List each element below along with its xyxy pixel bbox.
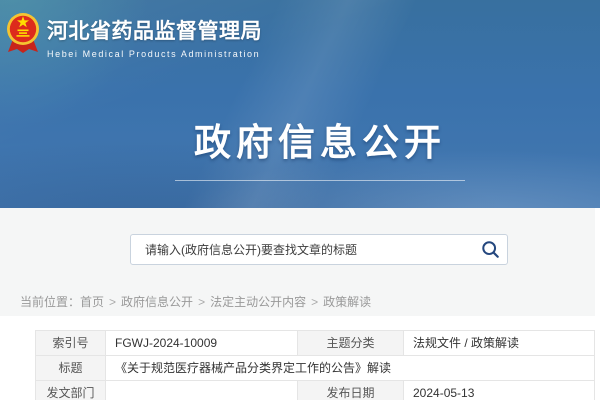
subject-category-label: 主题分类 bbox=[298, 331, 404, 356]
page: 河北省药品监督管理局 Hebei Medical Products Admini… bbox=[0, 0, 600, 400]
site-header: 河北省药品监督管理局 Hebei Medical Products Admini… bbox=[0, 0, 600, 208]
breadcrumb-item-policy-interpretation[interactable]: 政策解读 bbox=[323, 295, 371, 309]
org-names: 河北省药品监督管理局 Hebei Medical Products Admini… bbox=[47, 10, 262, 59]
search-icon bbox=[481, 240, 500, 259]
org-name-zh: 河北省药品监督管理局 bbox=[47, 15, 262, 45]
banner-title: 政府信息公开 bbox=[40, 112, 600, 166]
breadcrumb-prefix: 当前位置： bbox=[20, 295, 80, 309]
breadcrumb: 当前位置：首页 > 政府信息公开 > 法定主动公开内容 > 政策解读 bbox=[20, 293, 371, 310]
search-box bbox=[130, 234, 508, 265]
subject-category-value: 法规文件 / 政策解读 bbox=[404, 331, 595, 356]
breadcrumb-item-info-disclosure[interactable]: 政府信息公开 bbox=[121, 295, 193, 309]
breadcrumb-separator: > bbox=[311, 295, 318, 309]
search-input[interactable] bbox=[131, 243, 473, 257]
breadcrumb-separator: > bbox=[198, 295, 205, 309]
breadcrumb-separator: > bbox=[109, 295, 116, 309]
issuing-department-value bbox=[106, 381, 298, 400]
site-logo[interactable]: 河北省药品监督管理局 Hebei Medical Products Admini… bbox=[6, 10, 262, 59]
publish-date-value: 2024-05-13 bbox=[404, 381, 595, 400]
org-name-en: Hebei Medical Products Administration bbox=[47, 49, 262, 59]
search-button[interactable] bbox=[473, 235, 507, 264]
banner: 政府信息公开 bbox=[40, 112, 600, 181]
document-info-table: 索引号 FGWJ-2024-10009 主题分类 法规文件 / 政策解读 标题 … bbox=[35, 330, 595, 400]
title-value[interactable]: 《关于规范医疗器械产品分类界定工作的公告》解读 bbox=[106, 356, 595, 381]
search-section: 当前位置：首页 > 政府信息公开 > 法定主动公开内容 > 政策解读 bbox=[0, 208, 595, 316]
publish-date-label: 发布日期 bbox=[298, 381, 404, 400]
index-number-value: FGWJ-2024-10009 bbox=[106, 331, 298, 356]
national-emblem-icon bbox=[6, 10, 40, 56]
issuing-department-label: 发文部门 bbox=[36, 381, 106, 400]
title-label: 标题 bbox=[36, 356, 106, 381]
index-number-label: 索引号 bbox=[36, 331, 106, 356]
breadcrumb-item-statutory-content[interactable]: 法定主动公开内容 bbox=[210, 295, 306, 309]
banner-underline bbox=[175, 180, 465, 181]
breadcrumb-item-home[interactable]: 首页 bbox=[80, 295, 104, 309]
